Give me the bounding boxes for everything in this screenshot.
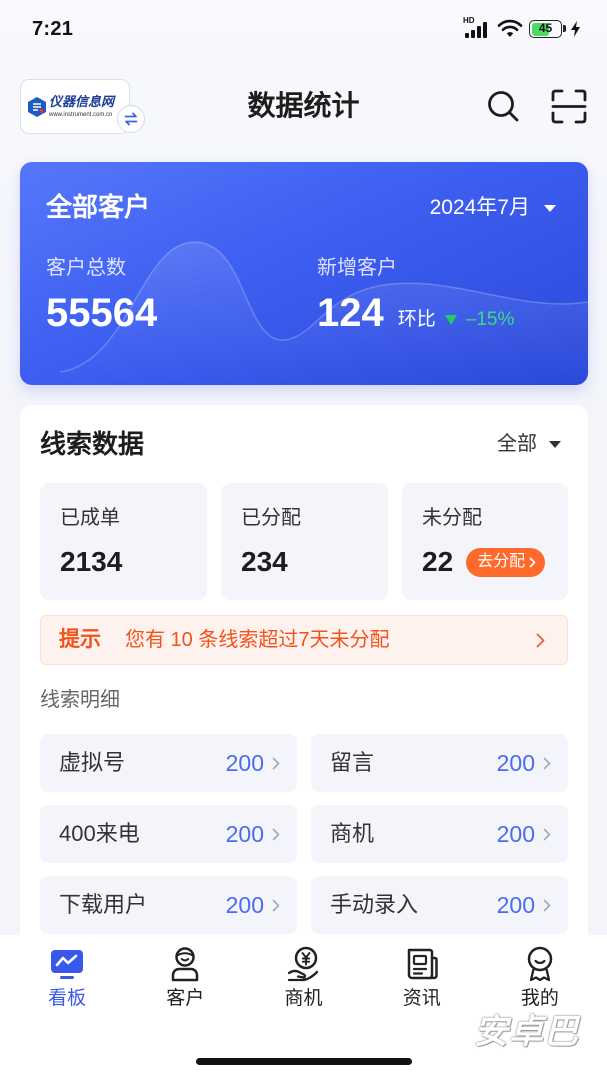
watermark: 安卓巴	[474, 1013, 579, 1051]
detail-label: 400来电	[59, 821, 140, 846]
new-customers-label: 新增客户	[317, 257, 397, 279]
detail-label: 手动录入	[330, 892, 419, 917]
battery-icon: 45	[529, 20, 562, 38]
chevron-right-icon	[543, 757, 551, 769]
detail-value: 200	[496, 821, 535, 847]
stat-value: 234	[241, 546, 288, 577]
stat-label: 未分配	[422, 507, 482, 529]
stat-row: 234	[241, 545, 288, 579]
battery-percentage: 45	[538, 21, 553, 35]
chevron-right-icon	[536, 633, 545, 648]
stat-closed[interactable]: 已成单 2134	[40, 483, 207, 600]
detail-label: 留言	[330, 750, 375, 775]
profile-icon	[527, 946, 553, 982]
stat-label: 已分配	[241, 507, 301, 529]
assign-button[interactable]: 去分配	[466, 547, 546, 577]
nav-item-label: 我的	[520, 988, 559, 1009]
section-title: 线索数据	[40, 429, 145, 459]
detail-label: 虚拟号	[59, 750, 126, 775]
nav-item-label: 看板	[48, 988, 87, 1009]
nav-item-label: 商机	[284, 988, 323, 1009]
card-title: 全部客户	[46, 192, 151, 222]
detail-label: 商机	[330, 821, 375, 846]
customer-summary-card: 全部客户 2024年7月 客户总数 55564 新增客户 124 环比 –15%	[20, 162, 588, 385]
period-selector[interactable]: 2024年7月	[430, 194, 556, 222]
detail-value-group: 200	[497, 820, 551, 848]
detail-item-virtual-number[interactable]: 虚拟号 200	[40, 734, 297, 792]
search-icon[interactable]	[486, 89, 520, 123]
stat-row: 22 去分配	[422, 545, 546, 579]
status-time: 7:21	[32, 18, 74, 40]
assign-button-label: 去分配	[477, 553, 526, 570]
detail-item-download-users[interactable]: 下载用户 200	[40, 876, 297, 934]
mom-value: –15%	[465, 309, 515, 330]
signal-icon	[465, 22, 487, 38]
stat-unassigned[interactable]: 未分配 22 去分配	[402, 483, 568, 600]
stat-assigned[interactable]: 已分配 234	[221, 483, 388, 600]
detail-value: 200	[225, 821, 264, 847]
nav-item-label: 资讯	[402, 988, 441, 1009]
detail-item-400-call[interactable]: 400来电 200	[40, 805, 297, 863]
chevron-right-icon	[543, 828, 551, 840]
total-customers-value: 55564	[46, 291, 158, 335]
wifi-icon	[497, 19, 523, 37]
detail-value: 200	[225, 750, 264, 776]
chevron-right-icon	[529, 557, 536, 567]
nav-item-dashboard[interactable]: 看板	[8, 945, 126, 1080]
detail-value-group: 200	[226, 891, 280, 919]
detail-label: 下载用户	[59, 892, 148, 917]
battery-cap	[563, 25, 566, 32]
opportunity-icon	[287, 946, 318, 982]
news-icon	[407, 948, 438, 980]
detail-value-group: 200	[497, 749, 551, 777]
leads-filter-dropdown[interactable]: 全部	[497, 430, 561, 458]
detail-value: 200	[496, 750, 535, 776]
caret-down-icon	[549, 440, 561, 448]
stat-value: 2134	[60, 546, 123, 577]
new-customers-value: 124	[317, 291, 384, 335]
nav-item-label: 客户	[166, 988, 205, 1009]
total-customers-metric: 55564	[46, 289, 157, 337]
period-label: 2024年7月	[429, 196, 530, 219]
filter-label: 全部	[497, 433, 537, 455]
total-customers-label: 客户总数	[46, 257, 126, 279]
detail-value: 200	[496, 892, 535, 918]
unassigned-tip-banner[interactable]: 提示 您有 10 条线索超过7天未分配	[40, 615, 568, 665]
new-customers-metric: 124 环比 –15%	[317, 289, 514, 337]
detail-item-message[interactable]: 留言 200	[311, 734, 568, 792]
charging-icon	[571, 21, 580, 37]
detail-item-manual-entry[interactable]: 手动录入 200	[311, 876, 568, 934]
tip-message: 您有 10 条线索超过7天未分配	[125, 629, 390, 651]
customer-icon	[172, 947, 199, 982]
mom-label: 环比	[397, 309, 436, 330]
chevron-right-icon	[272, 899, 280, 911]
stat-row: 2134	[60, 545, 122, 579]
tip-label: 提示	[59, 628, 101, 651]
chevron-right-icon	[272, 757, 280, 769]
caret-down-icon	[544, 204, 556, 212]
detail-value: 200	[225, 892, 264, 918]
detail-item-opportunity[interactable]: 商机 200	[311, 805, 568, 863]
detail-section-title: 线索明细	[40, 689, 120, 711]
home-indicator[interactable]	[196, 1058, 412, 1065]
dashboard-icon	[51, 950, 84, 979]
app-screen: 7:21 HD 45 仪器信息网 www.instrument.com.cn 数…	[0, 0, 607, 1080]
detail-value-group: 200	[226, 749, 280, 777]
chevron-right-icon	[272, 828, 280, 840]
stat-value: 22	[422, 546, 454, 577]
chevron-right-icon	[543, 899, 551, 911]
detail-value-group: 200	[497, 891, 551, 919]
triangle-down-icon	[444, 315, 457, 325]
detail-value-group: 200	[226, 820, 280, 848]
scan-icon[interactable]	[551, 89, 587, 124]
stat-label: 已成单	[60, 507, 120, 529]
